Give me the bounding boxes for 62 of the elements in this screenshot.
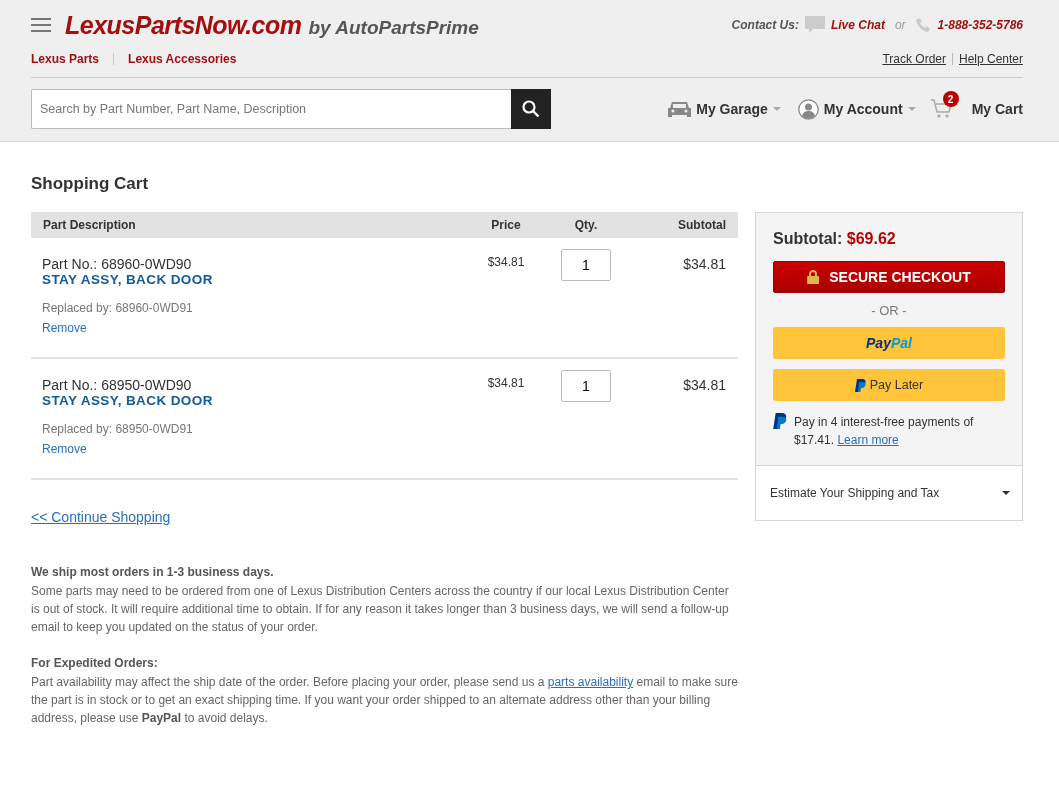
caret-icon xyxy=(907,107,916,111)
note-heading: We ship most orders in 1-3 business days. xyxy=(31,565,274,579)
caret-icon xyxy=(772,107,781,111)
live-chat-link[interactable]: Live Chat xyxy=(830,18,885,32)
column-header: Subtotal xyxy=(677,218,727,232)
part-number: Part No.: 68960-0WD90 xyxy=(42,256,192,272)
menu-icon[interactable] xyxy=(31,18,51,32)
pay-later-button[interactable]: Pay Later xyxy=(773,369,1005,401)
or-text: or xyxy=(894,18,906,32)
utility-link[interactable]: Track Order xyxy=(882,51,946,66)
contact-label: Contact Us: xyxy=(731,18,799,32)
nav-link[interactable]: Lexus Parts xyxy=(31,51,100,66)
subtotal-amount: $69.62 xyxy=(846,230,896,247)
lock-icon xyxy=(807,270,820,284)
page-title: Shopping Cart xyxy=(31,174,150,194)
part-name-link[interactable]: STAY ASSY, BACK DOOR xyxy=(42,272,213,287)
remove-link[interactable]: Remove xyxy=(42,321,87,335)
part-name-link[interactable]: STAY ASSY, BACK DOOR xyxy=(42,393,213,408)
note-heading: For Expedited Orders: xyxy=(31,656,158,670)
note-paragraph: Part availability may affect the ship date of the order. Before placing your order, please send us a parts availability email to make sure the part is in stock or to get an exact shipping time. If you want your order shipped to an alternate address other than your billing address, please use PayPal to avoid delays. xyxy=(31,674,738,727)
my-garage-menu[interactable]: My Garage xyxy=(696,101,768,117)
phone-link[interactable]: 1-888-352-5786 xyxy=(937,18,1023,32)
cart-count-badge: 2 xyxy=(942,91,959,107)
my-account-menu[interactable]: My Account xyxy=(823,101,903,117)
user-icon xyxy=(797,98,819,120)
secure-checkout-button[interactable]: SECURE CHECKOUT xyxy=(773,261,1005,293)
subtotal-cell: $34.81 xyxy=(683,256,726,272)
paypal-button[interactable]: PayPal xyxy=(773,327,1005,359)
price-cell: $34.81 xyxy=(487,376,525,390)
part-number: Part No.: 68950-0WD90 xyxy=(42,377,192,393)
search-field[interactable]: Search by Part Number, Part Name, Description xyxy=(31,89,511,129)
price-cell: $34.81 xyxy=(487,255,525,269)
column-header: Part Description xyxy=(42,218,137,232)
logo-tagline: by AutoPartsPrime xyxy=(308,16,479,39)
site-logo[interactable]: LexusPartsNow.com xyxy=(65,10,302,40)
or-divider-text: - OR - xyxy=(871,303,907,318)
replaced-by-text: Replaced by: 68960-0WD91 xyxy=(42,301,193,315)
paypal-icon xyxy=(773,413,787,429)
parts-availability-link[interactable]: parts availability xyxy=(547,675,634,689)
phone-icon xyxy=(915,17,932,33)
quantity-field[interactable]: 1 xyxy=(561,249,611,281)
subtotal-cell: $34.81 xyxy=(683,377,726,393)
continue-shopping-link[interactable]: << Continue Shopping xyxy=(31,509,171,525)
estimate-shipping-toggle[interactable]: Estimate Your Shipping and Tax xyxy=(756,466,1022,520)
column-header: Price xyxy=(490,218,522,232)
subtotal-label: Subtotal: xyxy=(773,230,843,247)
chat-icon xyxy=(804,16,825,34)
note-paragraph: Some parts may need to be ordered from one of Lexus Distribution Centers across the country if our local Lexus Distribution Center is out of stock. It will require additional time to obtain. If for any reason it takes longer than 3 business days, we will send a follow-up email to keep you updated on the status of your order. xyxy=(31,583,730,636)
caret-icon xyxy=(1002,491,1010,495)
learn-more-link[interactable]: Learn more xyxy=(837,433,899,447)
pay-in-4-text: Pay in 4 interest-free payments of $17.41. Learn more xyxy=(794,414,975,449)
my-cart-link[interactable]: My Cart xyxy=(971,101,1023,117)
nav-link[interactable]: Lexus Accessories xyxy=(128,51,237,66)
utility-link[interactable]: Help Center xyxy=(958,51,1023,66)
replaced-by-text: Replaced by: 68950-0WD91 xyxy=(42,422,193,436)
search-icon xyxy=(522,100,540,118)
quantity-field[interactable]: 1 xyxy=(561,370,611,402)
column-header: Qty. xyxy=(573,218,599,232)
search-button[interactable] xyxy=(511,89,551,129)
paypal-icon xyxy=(854,378,866,392)
remove-link[interactable]: Remove xyxy=(42,442,87,456)
car-icon xyxy=(668,99,692,119)
